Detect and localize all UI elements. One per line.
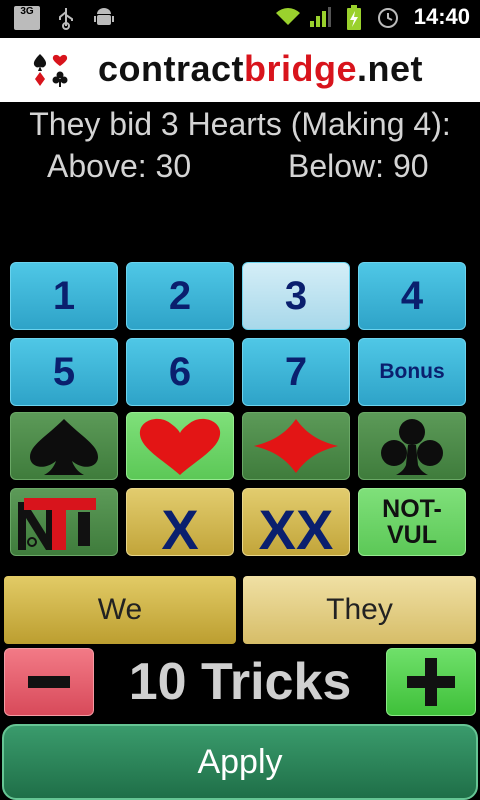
alarm-icon (376, 5, 400, 29)
level-button-3[interactable]: 3 (242, 262, 350, 330)
app-header: contractbridge.net (0, 38, 480, 102)
level-button-4[interactable]: 4 (358, 262, 466, 330)
vulnerability-line-1: NOT- (382, 495, 442, 523)
level-button-6[interactable]: 6 (126, 338, 234, 406)
suit-hearts-button[interactable] (126, 412, 234, 480)
plus-icon (407, 658, 455, 706)
level-button-7[interactable]: 7 (242, 338, 350, 406)
suit-diamonds-button[interactable] (242, 412, 350, 480)
bonus-button[interactable]: Bonus (358, 338, 466, 406)
vulnerability-line-2: VUL (387, 521, 437, 549)
tricks-count: 10 Tricks (128, 653, 352, 711)
bridge-suits-logo-icon (33, 54, 68, 87)
status-bar: 3G 14:40 (0, 0, 480, 38)
battery-charging-icon (342, 5, 366, 30)
vulnerability-toggle[interactable]: NOT- VUL (358, 488, 466, 556)
android-debug-icon (92, 6, 116, 30)
clock: 14:40 (413, 4, 470, 29)
diamond-icon (254, 419, 338, 473)
no-trumps-button[interactable] (10, 488, 118, 556)
level-button-2[interactable]: 2 (126, 262, 234, 330)
suit-spades-button[interactable] (10, 412, 118, 480)
wifi-icon (274, 5, 300, 29)
level-button-5[interactable]: 5 (10, 338, 118, 406)
minus-icon (28, 676, 70, 688)
redouble-button[interactable]: XX (242, 488, 350, 561)
they-button[interactable]: They (243, 576, 476, 644)
spade-icon (30, 419, 98, 475)
suit-clubs-button[interactable] (358, 412, 466, 480)
contract-summary: They bid 3 Hearts (Making 4): (29, 106, 451, 142)
heart-icon (139, 418, 221, 475)
double-button[interactable]: X (126, 488, 234, 561)
no-trumps-icon (18, 498, 96, 550)
decrease-tricks-button[interactable] (4, 648, 94, 716)
signal-icon (308, 5, 332, 29)
we-button[interactable]: We (4, 576, 236, 644)
network-3g-icon: 3G (14, 6, 40, 30)
usb-icon (54, 6, 78, 30)
logo-wordmark: contractbridge.net (98, 48, 424, 89)
below-score: Below: 90 (288, 148, 429, 184)
club-icon (381, 419, 443, 475)
apply-button[interactable]: Apply (2, 724, 478, 800)
increase-tricks-button[interactable] (386, 648, 476, 716)
above-score: Above: 30 (47, 148, 192, 184)
level-button-1[interactable]: 1 (10, 262, 118, 330)
